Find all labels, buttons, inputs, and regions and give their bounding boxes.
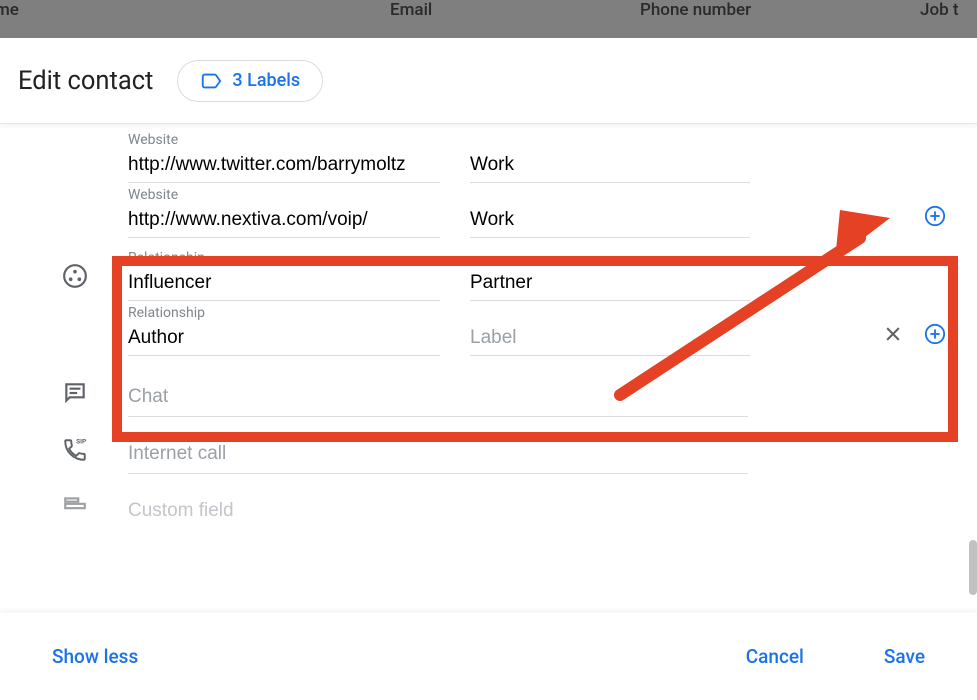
plus-icon (924, 205, 946, 227)
plus-icon (924, 323, 946, 345)
sip-phone-icon: SIP (48, 437, 128, 463)
show-less-button[interactable]: Show less (48, 637, 142, 676)
bg-col-name: me (0, 0, 19, 20)
website-input[interactable] (128, 205, 440, 238)
relationship-input[interactable] (128, 323, 440, 356)
bg-col-phone: Phone number (640, 0, 751, 20)
website-type-input[interactable] (470, 205, 750, 238)
svg-text:SIP: SIP (76, 437, 86, 445)
cancel-button[interactable]: Cancel (742, 637, 808, 676)
field-label: Website (128, 132, 440, 148)
custom-field-section (48, 482, 947, 530)
modal-title: Edit contact (18, 66, 153, 96)
labels-chip-text: 3 Labels (232, 70, 300, 91)
bg-col-email: Email (390, 0, 432, 20)
scrollbar[interactable] (969, 540, 977, 595)
save-button[interactable]: Save (880, 637, 929, 676)
edit-contact-header: Edit contact 3 Labels (0, 38, 977, 124)
background-columns: me Email Phone number Job t (0, 0, 977, 38)
relationship-input[interactable] (128, 268, 440, 301)
relationship-type-input[interactable] (470, 268, 750, 301)
custom-field-input[interactable] (128, 482, 748, 530)
relationship-row: Relationship (48, 250, 947, 301)
form-body: Website Website Relationship (0, 124, 977, 594)
label-icon (200, 70, 222, 92)
chat-section (48, 368, 947, 417)
chat-icon (48, 380, 128, 406)
custom-field-icon (48, 493, 128, 519)
add-relationship-button[interactable] (923, 322, 947, 346)
close-icon (883, 324, 903, 344)
website-input[interactable] (128, 150, 440, 183)
relationship-label-input[interactable] (470, 323, 750, 356)
labels-chip[interactable]: 3 Labels (177, 60, 323, 102)
relationship-icon (48, 263, 128, 301)
website-type-input[interactable] (470, 150, 750, 183)
bg-col-job: Job t (920, 0, 959, 20)
relationship-row: Relationship (48, 305, 947, 356)
internet-call-input[interactable] (128, 425, 748, 474)
modal-footer: Show less Cancel Save (0, 612, 977, 700)
internet-call-section: SIP (48, 425, 947, 474)
website-row: Website (48, 187, 947, 238)
field-label: Relationship (128, 250, 440, 266)
website-row: Website (48, 132, 947, 183)
chat-input[interactable] (128, 368, 748, 417)
field-label: Relationship (128, 305, 440, 321)
field-label: Website (128, 187, 440, 203)
add-website-button[interactable] (923, 204, 947, 228)
remove-relationship-button[interactable] (881, 322, 905, 346)
